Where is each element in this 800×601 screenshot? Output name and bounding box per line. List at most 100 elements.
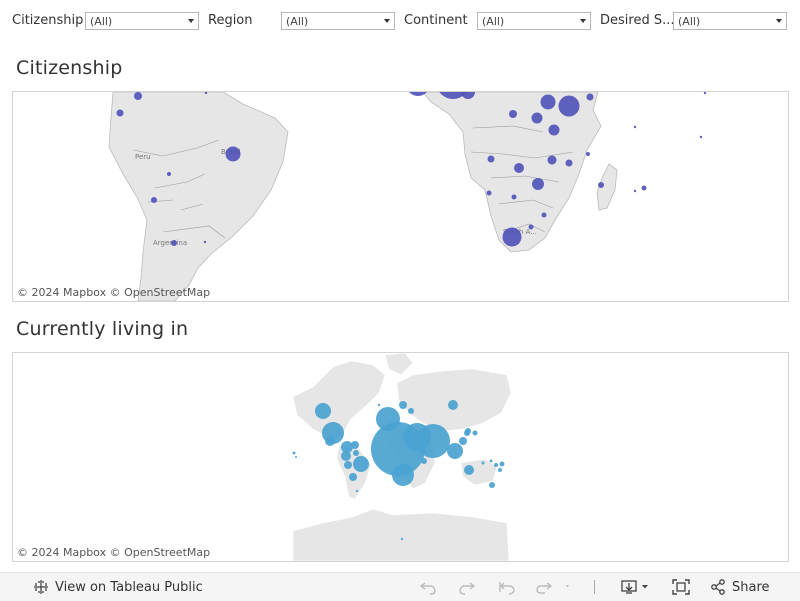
- country-bubble: [351, 441, 359, 449]
- chevron-down-icon: [188, 19, 194, 23]
- country-bubble: [502, 227, 522, 247]
- revert-button[interactable]: [498, 573, 516, 601]
- region-dropdown[interactable]: (All): [281, 12, 395, 30]
- country-bubble: [295, 456, 297, 458]
- toolbar-divider: [594, 573, 595, 601]
- country-bubble: [586, 93, 594, 101]
- country-bubble: [377, 403, 381, 407]
- living-map-canvas: [292, 353, 512, 561]
- country-bubble: [532, 178, 544, 190]
- citizenship-title: Citizenship: [16, 57, 123, 79]
- revert-icon: [499, 582, 515, 595]
- country-bubble: [514, 163, 524, 173]
- dropdown-value: (All): [482, 15, 505, 28]
- country-bubble: [541, 212, 547, 218]
- country-bubble: [459, 437, 467, 445]
- country-bubble: [558, 95, 580, 117]
- country-bubble: [586, 152, 590, 156]
- country-bubble: [511, 194, 517, 200]
- country-bubble: [399, 401, 407, 409]
- filter-label: Region: [208, 13, 253, 28]
- country-bubble: [633, 189, 637, 193]
- country-bubble: [548, 124, 560, 136]
- country-bubble: [489, 482, 495, 488]
- country-bubble: [447, 443, 463, 459]
- desired-dropdown[interactable]: (All): [673, 12, 787, 30]
- country-bubble: [315, 403, 331, 419]
- country-bubble: [116, 109, 124, 117]
- citizenship-map[interactable]: Peru Brazil Argentina South A...: [12, 91, 789, 302]
- country-bubble: [392, 464, 414, 486]
- country-bubble: [540, 94, 556, 110]
- share-button[interactable]: Share: [710, 573, 770, 601]
- country-bubble: [341, 451, 351, 461]
- country-bubble: [528, 224, 534, 230]
- country-bubble: [448, 400, 458, 410]
- dropdown-value: (All): [678, 15, 701, 28]
- chevron-down-icon: [776, 19, 782, 23]
- download-icon: [621, 580, 648, 594]
- filter-label: Desired S...: [600, 13, 675, 28]
- map-attribution[interactable]: © 2024 Mapbox © OpenStreetMap: [17, 546, 210, 559]
- country-bubble: [344, 461, 352, 469]
- filter-label: Citizenship: [12, 13, 84, 28]
- country-bubble: [641, 185, 647, 191]
- chevron-down-icon: [580, 19, 586, 23]
- redo-icon: [459, 582, 476, 595]
- fullscreen-icon: [672, 579, 690, 595]
- download-button[interactable]: [620, 573, 652, 601]
- country-bubble: [325, 436, 335, 446]
- refresh-button[interactable]: [535, 573, 571, 601]
- country-bubble: [565, 159, 573, 167]
- country-bubble: [203, 240, 207, 244]
- living-map[interactable]: © 2024 Mapbox © OpenStreetMap: [12, 352, 789, 562]
- dropdown-value: (All): [90, 15, 113, 28]
- country-bubble: [421, 458, 427, 464]
- network-icon: [34, 580, 48, 594]
- country-bubble: [353, 456, 369, 472]
- country-bubble: [486, 190, 492, 196]
- undo-button[interactable]: [419, 573, 437, 601]
- country-bubble: [171, 240, 177, 246]
- living-title: Currently living in: [16, 318, 189, 340]
- country-bubble: [487, 155, 495, 163]
- country-bubble: [509, 110, 517, 118]
- dropdown-value: (All): [286, 15, 309, 28]
- country-bubble: [499, 461, 505, 467]
- country-bubble: [151, 197, 157, 203]
- south-america-land: [108, 92, 289, 301]
- undo-icon: [419, 582, 436, 595]
- country-bubble: [633, 125, 637, 129]
- fullscreen-button[interactable]: [672, 573, 690, 601]
- country-bubble: [465, 428, 471, 434]
- country-bubble: [531, 112, 543, 124]
- country-bubble: [464, 465, 474, 475]
- view-on-tableau-button[interactable]: View on Tableau Public: [33, 573, 203, 601]
- citizenship-dropdown[interactable]: (All): [85, 12, 199, 30]
- country-bubble: [355, 489, 359, 493]
- country-bubble: [472, 430, 478, 436]
- continent-dropdown[interactable]: (All): [477, 12, 591, 30]
- redo-button[interactable]: [458, 573, 476, 601]
- country-bubble: [416, 424, 450, 458]
- share-label: Share: [732, 579, 770, 595]
- tableau-toolbar: View on Tableau Public Share: [0, 572, 800, 601]
- citizenship-map-canvas: Peru Brazil Argentina South A...: [108, 92, 707, 301]
- country-bubble: [699, 135, 703, 139]
- country-bubble: [598, 182, 604, 188]
- chevron-down-icon: [384, 19, 390, 23]
- country-bubble: [547, 155, 557, 165]
- map-attribution[interactable]: © 2024 Mapbox © OpenStreetMap: [17, 286, 210, 299]
- country-bubble: [494, 463, 498, 467]
- share-icon: [711, 579, 725, 595]
- place-label-argentina: Argentina: [153, 239, 187, 247]
- country-bubble: [489, 459, 493, 463]
- country-bubble: [349, 473, 357, 481]
- view-on-tableau-label: View on Tableau Public: [55, 579, 203, 595]
- country-bubble: [400, 537, 404, 541]
- country-bubble: [134, 92, 142, 100]
- country-bubble: [167, 172, 171, 176]
- country-bubble: [703, 92, 707, 95]
- country-bubble: [498, 468, 502, 472]
- refresh-icon: [536, 582, 569, 594]
